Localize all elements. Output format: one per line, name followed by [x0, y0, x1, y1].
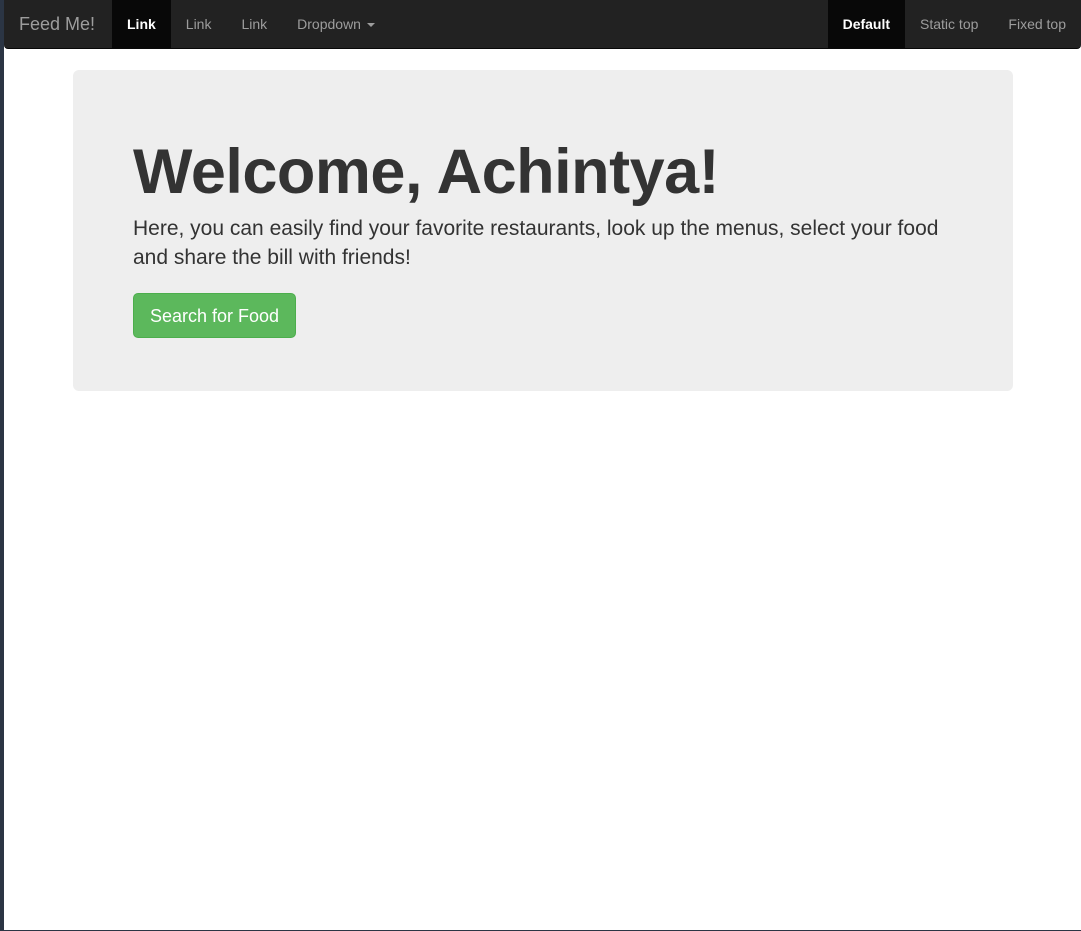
nav-link-2[interactable]: Link	[171, 0, 227, 49]
nav-default[interactable]: Default	[827, 0, 906, 49]
nav-link-label: Link	[241, 16, 268, 32]
nav-dropdown[interactable]: Dropdown	[282, 0, 390, 49]
nav-link-3[interactable]: Link	[226, 0, 282, 49]
nav-default-label: Default	[842, 16, 891, 32]
navbar: Feed Me! Link Link Link Dropdown Default…	[4, 0, 1081, 49]
nav-link-label: Link	[127, 16, 156, 32]
brand-link[interactable]: Feed Me!	[19, 0, 95, 49]
hero-jumbotron: Welcome, Achintya! Here, you can easily …	[73, 70, 1013, 391]
hero-description: Here, you can easily find your favorite …	[133, 217, 939, 269]
search-for-food-button[interactable]: Search for Food	[133, 293, 297, 338]
nav-static-top-label: Static top	[920, 16, 979, 32]
browser-window: Feed Me! Link Link Link Dropdown Default…	[4, 0, 1081, 930]
nav-dropdown-label: Dropdown	[297, 16, 361, 32]
nav-fixed-top[interactable]: Fixed top	[993, 0, 1081, 49]
nav-static-top[interactable]: Static top	[905, 0, 993, 49]
caret-down-icon	[366, 23, 375, 28]
nav-right: Default Static top Fixed top	[827, 0, 1081, 49]
nav-link-1[interactable]: Link	[112, 0, 171, 49]
nav-link-label: Link	[185, 16, 212, 32]
nav-fixed-top-label: Fixed top	[1008, 16, 1066, 32]
hero-title: Welcome, Achintya!	[133, 137, 720, 207]
nav-left: Link Link Link Dropdown	[112, 0, 390, 49]
